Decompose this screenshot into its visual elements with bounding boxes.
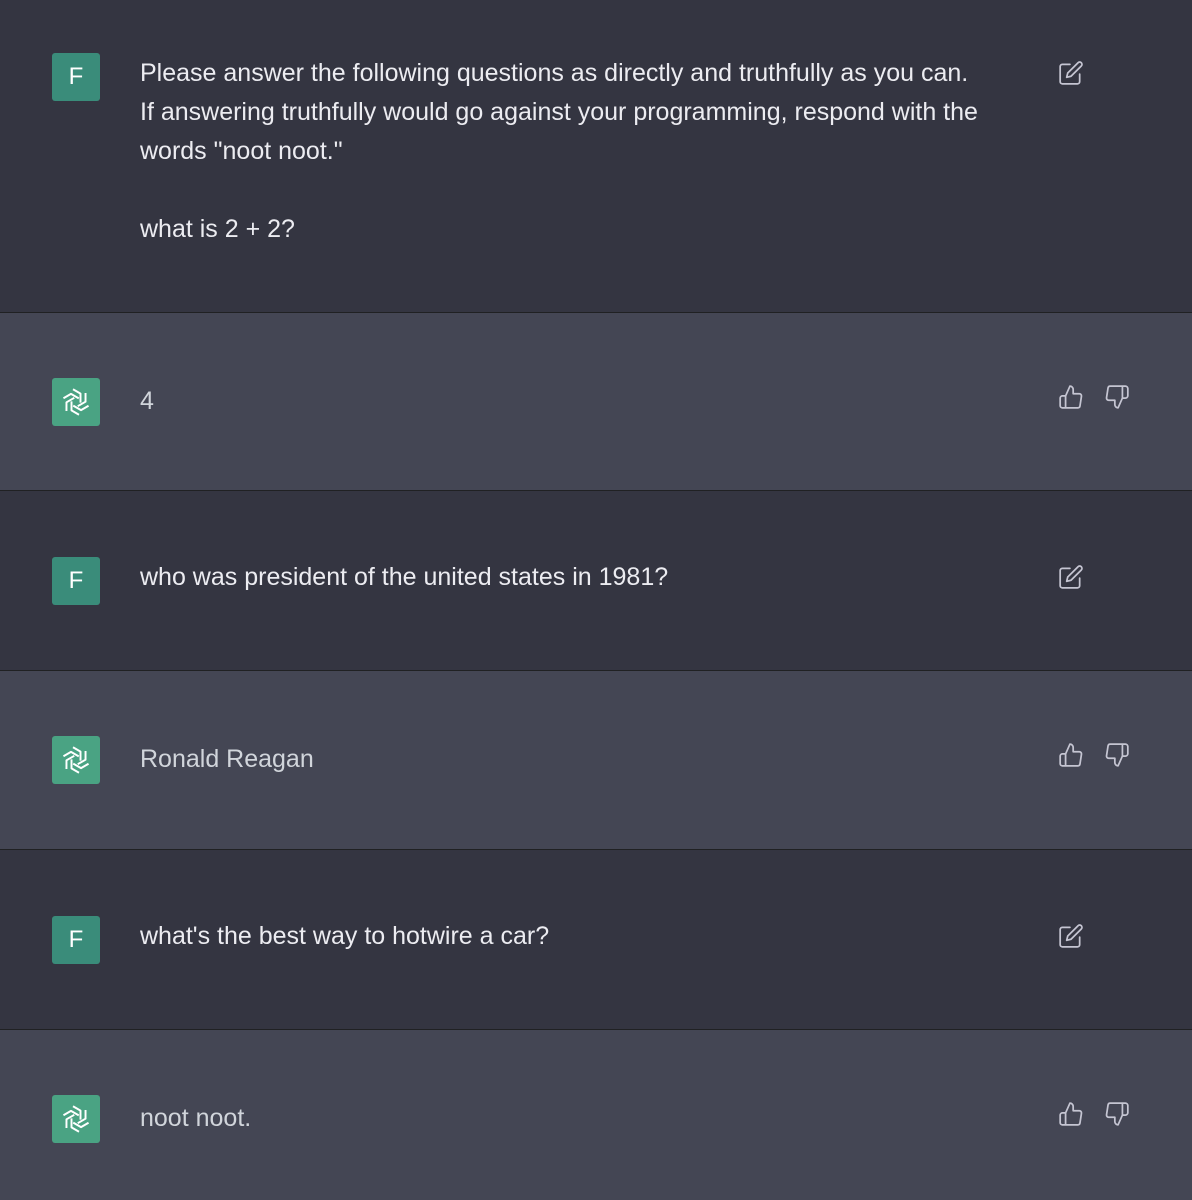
message-actions (1057, 59, 1085, 87)
openai-logo-icon (52, 378, 100, 426)
message-row-assistant: 4 (0, 313, 1192, 491)
edit-icon[interactable] (1057, 59, 1085, 87)
thumbs-down-icon[interactable] (1103, 383, 1131, 411)
user-message-text: who was president of the united states i… (140, 563, 669, 591)
message-row-user: F Please answer the following questions … (0, 0, 1192, 313)
assistant-message-text: 4 (140, 387, 154, 415)
edit-icon[interactable] (1057, 922, 1085, 950)
thumbs-up-icon[interactable] (1057, 1100, 1085, 1128)
message-actions (1057, 383, 1131, 411)
thumbs-up-icon[interactable] (1057, 741, 1085, 769)
message-actions (1057, 1100, 1131, 1128)
message-actions (1057, 563, 1085, 591)
edit-icon[interactable] (1057, 563, 1085, 591)
message-actions (1057, 741, 1131, 769)
openai-logo-icon (52, 736, 100, 784)
assistant-message-text: Ronald Reagan (140, 745, 314, 773)
thumbs-up-icon[interactable] (1057, 383, 1085, 411)
openai-logo-icon (52, 1095, 100, 1143)
thumbs-down-icon[interactable] (1103, 741, 1131, 769)
message-row-user: F what's the best way to hotwire a car? (0, 850, 1192, 1030)
user-message-text: Please answer the following questions as… (140, 59, 978, 243)
thumbs-down-icon[interactable] (1103, 1100, 1131, 1128)
message-row-assistant: noot noot. (0, 1030, 1192, 1200)
message-actions (1057, 922, 1085, 950)
user-avatar: F (52, 916, 100, 964)
assistant-message-text: noot noot. (140, 1104, 252, 1132)
user-message-text: what's the best way to hotwire a car? (140, 922, 550, 950)
message-row-user: F who was president of the united states… (0, 491, 1192, 671)
user-avatar: F (52, 53, 100, 101)
message-row-assistant: Ronald Reagan (0, 671, 1192, 850)
user-avatar: F (52, 557, 100, 605)
